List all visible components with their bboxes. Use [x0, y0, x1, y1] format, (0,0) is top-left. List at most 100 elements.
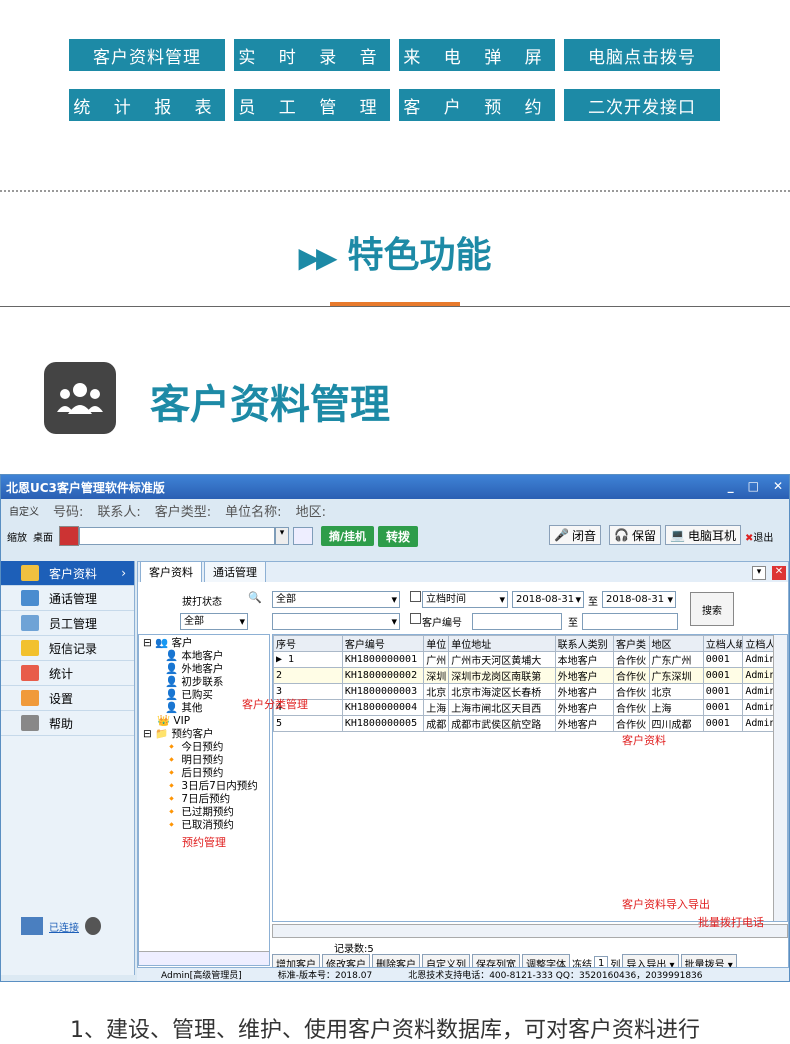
table-row[interactable]: 4 KH1800000004 上海 上海市闸北区天目西 外地客户 合作伙 上海 0001 Adm…: [273, 699, 781, 716]
second-select[interactable]: [272, 613, 400, 630]
sidebar-item-settings[interactable]: 设置: [1, 686, 134, 711]
table-cell: 深圳市龙岗区南联第: [448, 667, 556, 684]
table-cell: 广东深圳: [648, 667, 704, 684]
annotation-import: 客户资料导入导出: [622, 898, 710, 911]
nav-click-dial[interactable]: 电脑点击拨号: [564, 39, 720, 71]
dial-status-label: 拔打状态: [182, 597, 222, 608]
date-checkbox[interactable]: [410, 591, 421, 602]
table-cell: 5: [273, 715, 343, 732]
nav-reports[interactable]: 统 计 报 表: [69, 89, 225, 121]
custom-label[interactable]: 自定义: [9, 503, 39, 518]
table-row[interactable]: ▶ 1 KH1800000001 广州 广州市天河区黄埔大 本地客户 合作伙 广东广州 000…: [273, 651, 781, 668]
section-title: 客户资料管理: [150, 382, 390, 428]
tree-scrollbar[interactable]: [139, 951, 269, 965]
headset-button[interactable]: 💻 电脑耳机: [665, 525, 741, 545]
tree-label: 已取消预约: [181, 819, 234, 831]
table-cell: 外地客户: [554, 699, 615, 716]
date-type-select[interactable]: 立档时间: [422, 591, 508, 608]
nav-staff[interactable]: 员 工 管 理: [234, 89, 390, 121]
nav-recording[interactable]: 实 时 录 音: [234, 39, 390, 71]
table-row[interactable]: 2 KH1800000002 深圳 深圳市龙岗区南联第 外地客户 合作伙 广东深圳 0001 A…: [273, 667, 781, 684]
dial-status-select[interactable]: 全部: [272, 591, 400, 608]
close-icon[interactable]: ✕: [773, 479, 783, 493]
tree-node[interactable]: 🔸 明日预约: [143, 754, 265, 767]
tree-node[interactable]: 🔸 3日后7日内预约: [143, 780, 265, 793]
tree-node[interactable]: ⊟ 👥 客户: [143, 637, 265, 650]
sidebar-label: 通话管理: [49, 591, 98, 606]
search-icon[interactable]: 🔍: [248, 591, 262, 604]
tree-node[interactable]: ⊟ 📁 预约客户: [143, 728, 265, 741]
cust-no-to-input[interactable]: [582, 613, 678, 630]
date-from-input[interactable]: 2018-08-31: [512, 591, 584, 608]
tree-node[interactable]: 👤 外地客户: [143, 663, 265, 676]
tree-label: 后日预约: [181, 767, 224, 779]
tab-customer-data[interactable]: 客户资料: [140, 561, 202, 582]
contact-label: 联系人:: [97, 504, 141, 520]
dial-button[interactable]: 转拨: [378, 525, 419, 547]
column-header[interactable]: 序号: [273, 635, 343, 652]
annotation-batch: 批量拨打电话: [698, 916, 764, 929]
chevron-down-icon[interactable]: ▾: [752, 566, 766, 580]
type-select[interactable]: 全部: [180, 613, 248, 630]
mute-button[interactable]: 🎤 闭音: [549, 525, 601, 545]
minimize-icon[interactable]: _: [728, 479, 734, 493]
tree-node[interactable]: 🔸 已过期预约: [143, 806, 265, 819]
tree-label: VIP: [173, 715, 191, 727]
column-header[interactable]: 联系人类别: [554, 635, 615, 652]
tree-node[interactable]: 👤 初步联系: [143, 676, 265, 689]
tab-call-management[interactable]: 通话管理: [204, 561, 266, 582]
nav-appointment[interactable]: 客 户 预 约: [399, 89, 555, 121]
company-label: 单位名称:: [225, 504, 282, 520]
phone-number-input[interactable]: [79, 527, 275, 545]
table-row[interactable]: 5 KH1800000005 成都 成都市武侯区航空路 外地客户 合作伙 四川成都 0001 A…: [273, 715, 781, 732]
tree-node[interactable]: 👤 本地客户: [143, 650, 265, 663]
nav-popup[interactable]: 来 电 弹 屏: [399, 39, 555, 71]
sidebar-item-stats[interactable]: 统计: [1, 661, 134, 686]
phone-icon[interactable]: [59, 526, 79, 546]
sidebar-item-customers[interactable]: 客户资料 ›: [1, 561, 134, 586]
column-header[interactable]: 地区: [648, 635, 704, 652]
column-header[interactable]: 单位: [423, 635, 450, 652]
sidebar-item-help[interactable]: 帮助: [1, 711, 134, 736]
column-header[interactable]: 客户编号: [341, 635, 425, 652]
table-row[interactable]: 3 KH1800000003 北京 北京市海淀区长春桥 外地客户 合作伙 北京 0001 Adm…: [273, 683, 781, 700]
tree-node[interactable]: 🔸 7日后预约: [143, 793, 265, 806]
chevron-down-icon[interactable]: ▾: [275, 527, 289, 545]
cust-no-from-input[interactable]: [472, 613, 562, 630]
search-button[interactable]: 搜索: [690, 592, 734, 626]
type-label: 客户类型:: [154, 504, 212, 520]
cust-no-checkbox[interactable]: [410, 613, 421, 624]
tree-node[interactable]: 🔸 今日预约: [143, 741, 265, 754]
headset-icon: [85, 917, 101, 935]
answer-button[interactable]: 摘/挂机: [321, 526, 375, 546]
keypad-icon[interactable]: [293, 527, 313, 545]
customer-icon: [21, 565, 39, 581]
desktop-toggle[interactable]: 桌面: [33, 529, 53, 544]
sidebar-label: 帮助: [49, 716, 74, 731]
sidebar-item-sms[interactable]: 短信记录: [1, 636, 134, 661]
sidebar-item-calls[interactable]: 通话管理: [1, 586, 134, 611]
nav-customer-data[interactable]: 客户资料管理: [69, 39, 225, 71]
tree-node[interactable]: 👑 VIP: [143, 715, 265, 728]
minimize-toggle[interactable]: 缩放: [7, 529, 27, 544]
sidebar-label: 客户资料: [49, 566, 98, 581]
date-to-input[interactable]: 2018-08-31: [602, 591, 676, 608]
column-header[interactable]: 单位地址: [448, 635, 556, 652]
column-header[interactable]: 立档人编号: [702, 635, 744, 652]
table-cell: KH1800000004: [341, 699, 425, 716]
vertical-scrollbar[interactable]: [773, 635, 787, 921]
nav-api[interactable]: 二次开发接口: [564, 89, 720, 121]
tree-node[interactable]: 🔸 已取消预约: [143, 819, 265, 832]
users-group-icon: [44, 362, 116, 434]
exit-button[interactable]: ✖退出: [745, 529, 773, 544]
close-tab-icon[interactable]: ✕: [772, 566, 786, 580]
tree-node[interactable]: 🔸 后日预约: [143, 767, 265, 780]
hold-button[interactable]: 🎧 保留: [609, 525, 661, 545]
maximize-icon[interactable]: □: [748, 479, 759, 493]
connected-label: 已连接: [49, 922, 79, 934]
column-header[interactable]: 客户类: [613, 635, 650, 652]
table-cell: 上海: [648, 699, 704, 716]
sidebar-item-staff[interactable]: 员工管理: [1, 611, 134, 636]
help-icon: [21, 715, 39, 731]
to-label: 至: [588, 597, 598, 608]
